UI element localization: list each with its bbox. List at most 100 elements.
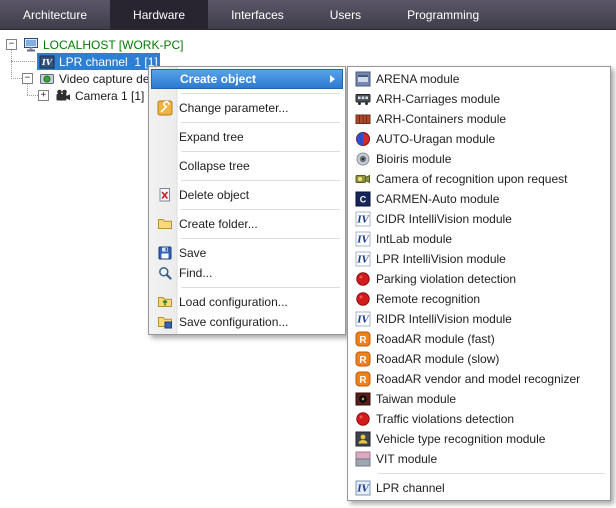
menu-item-expand-tree[interactable]: Expand tree — [151, 127, 343, 147]
menu-item-label: Collapse tree — [179, 159, 343, 173]
menu-item-icon-cell: R — [350, 331, 376, 347]
menu-item-label: Change parameter... — [179, 101, 343, 115]
find-icon — [157, 265, 173, 281]
expand-toggle-icon[interactable]: + — [38, 90, 49, 101]
menu-item-label: LPR IntelliVision module — [376, 252, 608, 266]
taiwan-module-icon — [355, 391, 371, 407]
tree-item-content: Camera 1 [1] — [53, 87, 146, 104]
context-menu: Create object Change parameter... Expand t… — [148, 66, 346, 335]
intellivision-icon: IV — [355, 311, 371, 327]
delete-object-icon — [157, 187, 173, 203]
menu-item-vit-module[interactable]: VIT module — [350, 449, 608, 469]
menu-item-carmen-auto-module[interactable]: CCARMEN-Auto module — [350, 189, 608, 209]
menu-item-icon-cell — [151, 187, 179, 203]
tree-item-label: Video capture dev — [55, 72, 156, 86]
menu-item-label: Save configuration... — [179, 315, 343, 329]
menu-item-label: Expand tree — [179, 130, 343, 144]
roadar-icon: R — [355, 351, 371, 367]
nav-tab-hardware[interactable]: Hardware — [110, 0, 208, 29]
nav-tab-programming[interactable]: Programming — [384, 0, 502, 29]
create-object-submenu: ARENA module ARH-Carriages module ARH-Cont… — [347, 66, 611, 501]
menu-item-arh-containers-module[interactable]: ARH-Containers module — [350, 109, 608, 129]
menu-item-label: LPR channel — [376, 481, 608, 495]
intellivision-icon: IV — [355, 251, 371, 267]
menu-item-label: ARH-Containers module — [376, 112, 608, 126]
menu-item-lpr-channel[interactable]: IV LPR channel — [350, 478, 608, 498]
collapse-toggle-icon[interactable]: − — [22, 73, 33, 84]
menu-item-label: Vehicle type recognition module — [376, 432, 608, 446]
menu-item-icon-cell — [350, 291, 376, 307]
nav-bar: ArchitectureHardwareInterfacesUsersProgr… — [0, 0, 616, 30]
svg-text:IV: IV — [41, 57, 53, 67]
menu-item-bioiris-module[interactable]: Bioiris module — [350, 149, 608, 169]
menu-item-cidr-intellivision-module[interactable]: IVCIDR IntelliVision module — [350, 209, 608, 229]
nav-tab-interfaces[interactable]: Interfaces — [208, 0, 307, 29]
menu-item-icon-cell — [151, 245, 179, 261]
menu-item-intlab-module[interactable]: IVIntLab module — [350, 229, 608, 249]
nav-tab-users[interactable]: Users — [307, 0, 384, 29]
menu-item-arena-module[interactable]: ARENA module — [350, 69, 608, 89]
menu-item-label: Create folder... — [179, 217, 343, 231]
vit-module-icon — [355, 451, 371, 467]
menu-item-icon-cell — [350, 151, 376, 167]
lpr-channel-menu-icon: IV — [355, 480, 371, 496]
tree-item-content: IVLPR channel 1 [1] — [37, 53, 160, 70]
menu-item-arh-carriages-module[interactable]: ARH-Carriages module — [350, 89, 608, 109]
menu-item-collapse-tree[interactable]: Collapse tree — [151, 156, 343, 176]
menu-item-find[interactable]: Find... — [151, 263, 343, 283]
menu-item-icon-cell: C — [350, 191, 376, 207]
menu-item-roadar-module-fast[interactable]: RRoadAR module (fast) — [350, 329, 608, 349]
menu-item-icon-cell: R — [350, 371, 376, 387]
menu-item-create-folder[interactable]: Create folder... — [151, 214, 343, 234]
tree-row-localhost-work-pc[interactable]: − LOCALHOST [WORK-PC] — [0, 36, 616, 53]
collapse-toggle-icon[interactable]: − — [6, 39, 17, 50]
menu-item-change-parameter[interactable]: Change parameter... — [151, 98, 343, 118]
intellivision-icon: IV — [355, 231, 371, 247]
svg-text:C: C — [360, 195, 367, 205]
menu-item-icon-cell — [350, 431, 376, 447]
nav-tab-architecture[interactable]: Architecture — [0, 0, 110, 29]
menu-item-label: Traffic violations detection — [376, 412, 608, 426]
menu-item-create-object[interactable]: Create object — [151, 69, 343, 89]
tree-item-label: LOCALHOST [WORK-PC] — [39, 38, 183, 52]
svg-text:R: R — [359, 375, 367, 386]
menu-item-icon-cell — [151, 314, 179, 330]
menu-item-vehicle-type-recognition-module[interactable]: Vehicle type recognition module — [350, 429, 608, 449]
submenu-arrow-icon — [330, 75, 335, 83]
menu-separator — [378, 473, 605, 474]
menu-item-ridr-intellivision-module[interactable]: IV RIDR IntelliVision module — [350, 309, 608, 329]
menu-item-icon-cell: IV — [350, 311, 376, 327]
menu-separator — [181, 93, 340, 94]
menu-item-roadar-vendor-and-model-recognizer[interactable]: RRoadAR vendor and model recognizer — [350, 369, 608, 389]
menu-item-save-configuration[interactable]: Save configuration... — [151, 312, 343, 332]
menu-item-label: Find... — [179, 266, 343, 280]
menu-item-delete-object[interactable]: Delete object — [151, 185, 343, 205]
menu-item-icon-cell — [350, 451, 376, 467]
menu-item-auto-uragan-module[interactable]: AUTO-Uragan module — [350, 129, 608, 149]
menu-item-lpr-intellivision-module[interactable]: IV LPR IntelliVision module — [350, 249, 608, 269]
roadar-icon: R — [355, 331, 371, 347]
menu-item-label: Taiwan module — [376, 392, 608, 406]
camera-icon — [55, 88, 71, 104]
tree-item-content: LOCALHOST [WORK-PC] — [21, 36, 185, 53]
menu-item-label: Load configuration... — [179, 295, 343, 309]
menu-item-save[interactable]: Save — [151, 243, 343, 263]
bioiris-icon — [355, 151, 371, 167]
menu-item-roadar-module-slow[interactable]: RRoadAR module (slow) — [350, 349, 608, 369]
menu-item-icon-cell: IV — [350, 251, 376, 267]
menu-item-traffic-violations-detection[interactable]: Traffic violations detection — [350, 409, 608, 429]
menu-item-label: ARENA module — [376, 72, 608, 86]
menu-item-camera-of-recognition-upon-request[interactable]: Camera of recognition upon request — [350, 169, 608, 189]
tree-item-label: Camera 1 [1] — [71, 89, 144, 103]
svg-text:IV: IV — [356, 485, 369, 495]
tree-item-content: Video capture dev — [37, 70, 158, 87]
load-configuration-icon — [157, 294, 173, 310]
menu-item-parking-violation-detection[interactable]: Parking violation detection — [350, 269, 608, 289]
vehicle-type-icon — [355, 431, 371, 447]
menu-item-load-configuration[interactable]: Load configuration... — [151, 292, 343, 312]
menu-item-remote-recognition[interactable]: Remote recognition — [350, 289, 608, 309]
red-circle-icon — [355, 411, 371, 427]
menu-item-label: RIDR IntelliVision module — [376, 312, 608, 326]
menu-item-taiwan-module[interactable]: Taiwan module — [350, 389, 608, 409]
menu-item-label: ARH-Carriages module — [376, 92, 608, 106]
